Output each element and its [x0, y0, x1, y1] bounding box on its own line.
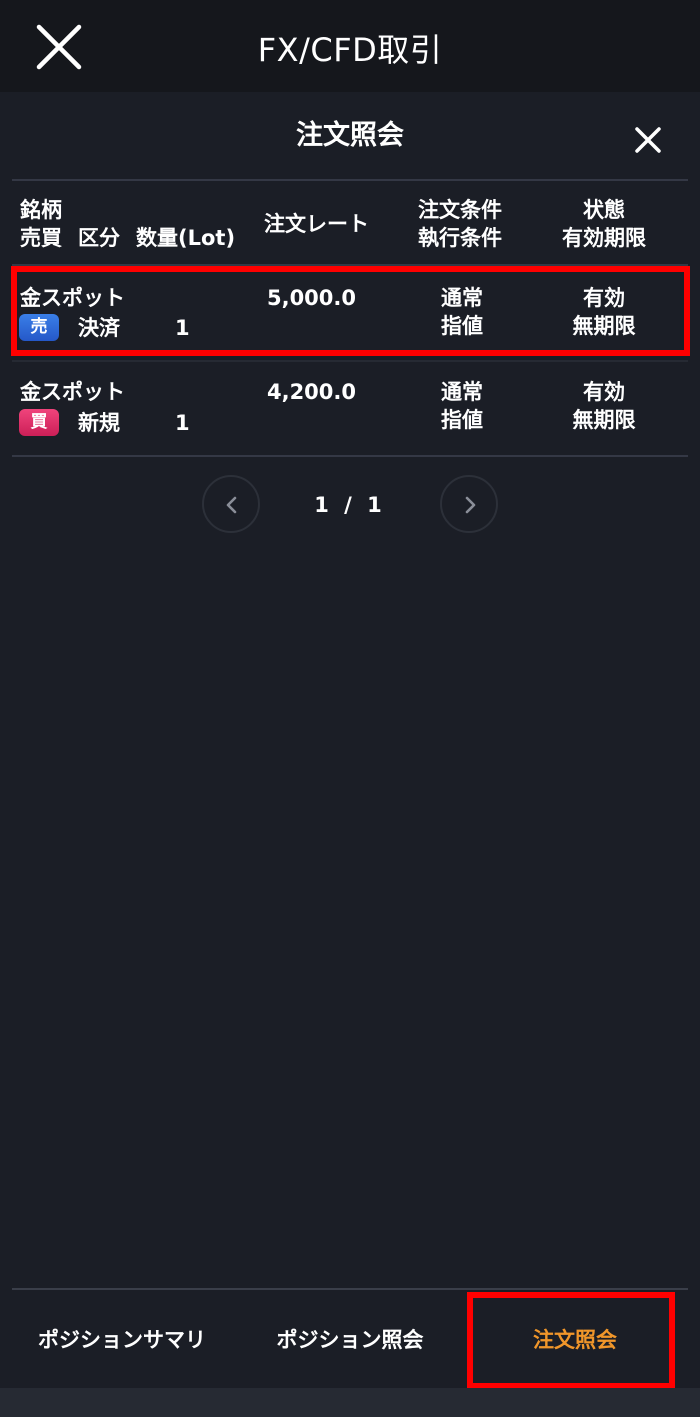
page-indicator: 1 / 1	[314, 493, 386, 517]
row-exec-condition: 指値	[441, 408, 483, 432]
divider	[12, 455, 688, 457]
next-page-button[interactable]	[440, 475, 498, 533]
app-title: FX/CFD取引	[257, 31, 443, 69]
row-status: 有効	[583, 380, 625, 404]
chevron-right-icon	[465, 496, 476, 514]
row-category: 新規	[78, 411, 120, 435]
row-expiry: 無期限	[572, 408, 636, 432]
row-quantity: 1	[175, 411, 190, 435]
header-status: 状態	[583, 198, 625, 222]
highlight-box	[11, 266, 690, 356]
header-order-condition: 注文条件	[418, 198, 502, 222]
header-expiry: 有効期限	[562, 226, 646, 250]
header-quantity: 数量(Lot)	[136, 226, 236, 250]
side-badge-buy: 買	[19, 409, 59, 436]
footer-strip	[0, 1388, 700, 1417]
header-rate: 注文レート	[264, 212, 369, 236]
row-rate: 4,200.0	[266, 380, 356, 404]
tab-position-inquiry[interactable]: ポジション照会	[240, 1292, 460, 1388]
row-order-condition: 通常	[441, 380, 483, 404]
header-side: 売買	[20, 226, 62, 250]
header-category: 区分	[78, 226, 120, 250]
divider	[12, 1288, 688, 1290]
divider	[12, 179, 688, 181]
tab-position-summary[interactable]: ポジションサマリ	[12, 1292, 232, 1388]
divider	[12, 360, 688, 362]
header-exec-condition: 執行条件	[418, 226, 502, 250]
prev-page-button[interactable]	[202, 475, 260, 533]
panel-title: 注文照会	[296, 120, 404, 151]
chevron-left-icon	[226, 496, 237, 514]
header-symbol: 銘柄	[20, 198, 62, 222]
highlight-box	[467, 1292, 675, 1389]
close-icon[interactable]	[34, 22, 84, 72]
close-icon[interactable]	[632, 124, 664, 156]
row-symbol: 金スポット	[20, 380, 125, 404]
